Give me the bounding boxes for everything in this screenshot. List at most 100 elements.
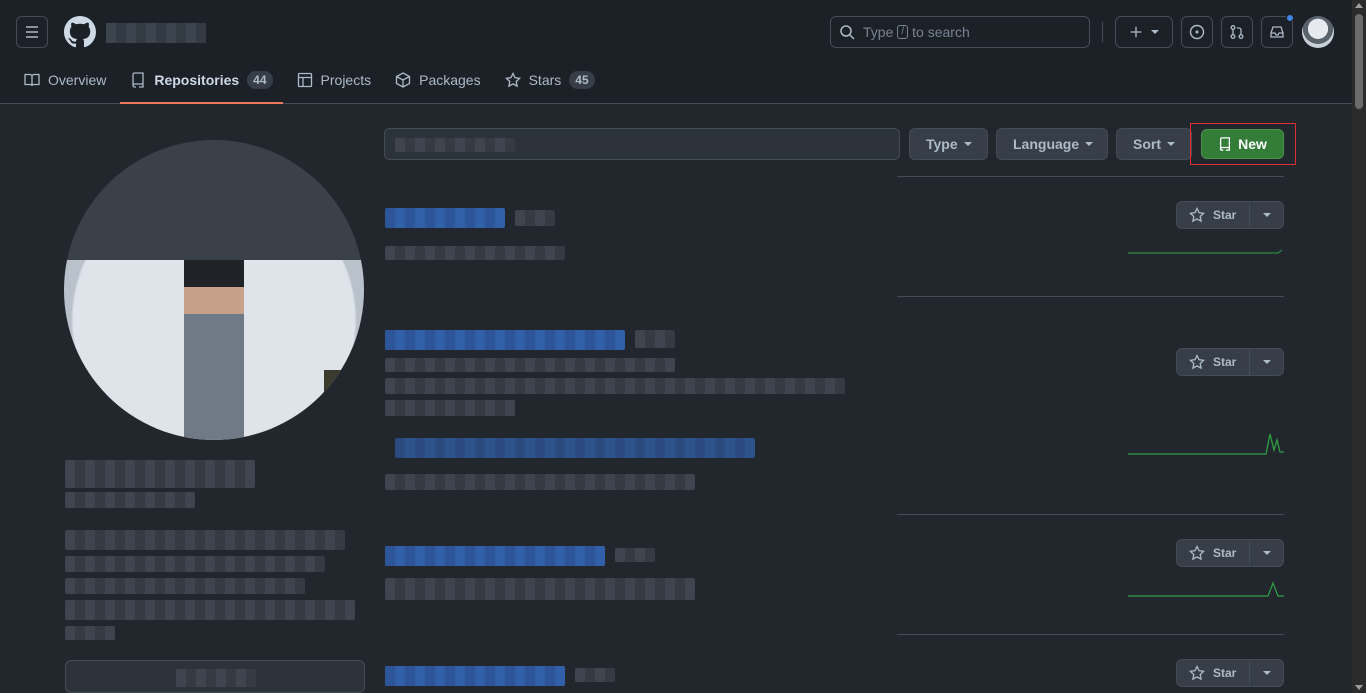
visibility-badge-blurred xyxy=(615,548,655,562)
repo-name-link-blurred[interactable] xyxy=(385,330,625,350)
profile-bio-blurred xyxy=(65,556,325,572)
repo-topics-blurred[interactable] xyxy=(395,438,755,458)
profile-username-blurred xyxy=(65,492,195,508)
star-list-dropdown[interactable] xyxy=(1250,540,1283,566)
new-repository-button[interactable]: New xyxy=(1201,129,1284,159)
notification-indicator xyxy=(1286,14,1294,22)
repositories-count: 44 xyxy=(247,71,273,89)
scrollbar-thumb[interactable] xyxy=(1355,14,1363,109)
book-icon xyxy=(24,73,40,87)
chevron-down-icon xyxy=(1167,142,1175,146)
profile-avatar[interactable] xyxy=(64,140,364,440)
tab-label: Overview xyxy=(48,72,107,88)
activity-sparkline xyxy=(1128,581,1284,597)
issue-icon xyxy=(1189,24,1205,40)
github-logo-icon[interactable] xyxy=(64,16,96,48)
package-icon xyxy=(395,72,411,88)
star-icon xyxy=(504,72,521,88)
new-label: New xyxy=(1238,136,1267,152)
star-button-group: Star xyxy=(1176,539,1284,567)
user-avatar[interactable] xyxy=(1302,16,1334,48)
repo-name-link-blurred[interactable] xyxy=(385,208,505,228)
repo-name-link-blurred[interactable] xyxy=(385,666,565,686)
issues-button[interactable] xyxy=(1181,16,1213,48)
star-label: Star xyxy=(1213,666,1237,680)
visibility-badge-blurred xyxy=(575,668,615,682)
divider xyxy=(897,176,1284,177)
menu-button[interactable] xyxy=(16,16,48,48)
language-filter-button[interactable]: Language xyxy=(996,128,1108,160)
type-filter-button[interactable]: Type xyxy=(909,128,988,160)
search-suffix: to search xyxy=(912,24,970,40)
edit-profile-button[interactable] xyxy=(65,660,365,693)
table-icon xyxy=(297,72,312,88)
create-new-button[interactable] xyxy=(1115,16,1173,48)
repo-name-link-blurred[interactable] xyxy=(385,546,605,566)
tab-packages[interactable]: Packages xyxy=(387,64,488,96)
chevron-down-icon xyxy=(1262,360,1271,364)
repo-icon xyxy=(132,72,145,88)
tab-stars[interactable]: Stars 45 xyxy=(497,64,603,96)
chevron-down-icon xyxy=(1151,30,1159,34)
pull-request-icon xyxy=(1230,25,1244,39)
star-button[interactable]: Star xyxy=(1177,540,1250,566)
profile-bio-blurred xyxy=(65,600,355,620)
search-prefix: Type xyxy=(863,24,894,40)
tab-projects[interactable]: Projects xyxy=(289,64,380,96)
repository-filter-input[interactable] xyxy=(384,128,900,160)
star-button[interactable]: Star xyxy=(1177,349,1250,375)
repo-icon xyxy=(1220,137,1231,151)
plus-icon xyxy=(1130,26,1142,38)
search-input[interactable]: Type / to search xyxy=(830,16,1090,48)
star-icon xyxy=(1189,207,1205,223)
activity-sparkline xyxy=(1128,249,1283,254)
profile-bio-blurred xyxy=(65,626,115,640)
repo-description-blurred xyxy=(385,378,845,394)
avatar-figure xyxy=(184,260,244,440)
scroll-up-icon[interactable] xyxy=(1355,3,1363,8)
profile-bio-blurred xyxy=(65,578,305,594)
visibility-badge-blurred xyxy=(635,330,675,348)
star-icon xyxy=(1189,665,1205,681)
divider xyxy=(897,634,1284,635)
language-label: Language xyxy=(1013,136,1080,152)
divider xyxy=(897,296,1284,297)
status-badge xyxy=(324,370,364,410)
star-button-group: Star xyxy=(1176,201,1284,229)
repo-description-blurred xyxy=(385,400,515,416)
star-list-dropdown[interactable] xyxy=(1250,660,1283,686)
visibility-badge-blurred xyxy=(515,210,555,226)
tab-label: Projects xyxy=(320,72,372,88)
page-scrollbar[interactable] xyxy=(1352,0,1366,693)
repo-meta-blurred xyxy=(385,474,695,490)
chevron-down-icon xyxy=(1262,213,1271,217)
chevron-down-icon xyxy=(1085,142,1094,146)
profile-tabs: Overview Repositories 44 Projects Packag… xyxy=(16,64,611,104)
hamburger-icon xyxy=(26,26,38,38)
pull-requests-button[interactable] xyxy=(1221,16,1253,48)
star-button[interactable]: Star xyxy=(1177,202,1250,228)
sort-filter-button[interactable]: Sort xyxy=(1116,128,1192,160)
star-list-dropdown[interactable] xyxy=(1250,349,1283,375)
star-button-group: Star xyxy=(1176,659,1284,687)
scroll-down-icon[interactable] xyxy=(1355,685,1363,690)
type-label: Type xyxy=(926,136,958,152)
star-list-dropdown[interactable] xyxy=(1250,202,1283,228)
star-icon xyxy=(1189,354,1205,370)
header-divider xyxy=(1102,22,1103,42)
tab-label: Repositories xyxy=(154,72,240,88)
profile-name-blurred xyxy=(65,460,255,488)
tab-repositories[interactable]: Repositories 44 xyxy=(120,64,283,104)
repo-meta-blurred xyxy=(385,578,695,600)
search-icon xyxy=(840,25,855,40)
star-label: Star xyxy=(1213,546,1237,560)
repo-meta-blurred xyxy=(385,246,565,260)
divider xyxy=(897,514,1284,515)
search-shortcut-key: / xyxy=(897,25,909,39)
tab-overview[interactable]: Overview xyxy=(16,64,114,96)
star-button[interactable]: Star xyxy=(1177,660,1250,686)
global-header: Type / to search Overview Repositories 4… xyxy=(0,0,1352,104)
inbox-icon xyxy=(1270,26,1284,38)
chevron-down-icon xyxy=(963,142,972,146)
tab-label: Stars xyxy=(528,72,562,88)
